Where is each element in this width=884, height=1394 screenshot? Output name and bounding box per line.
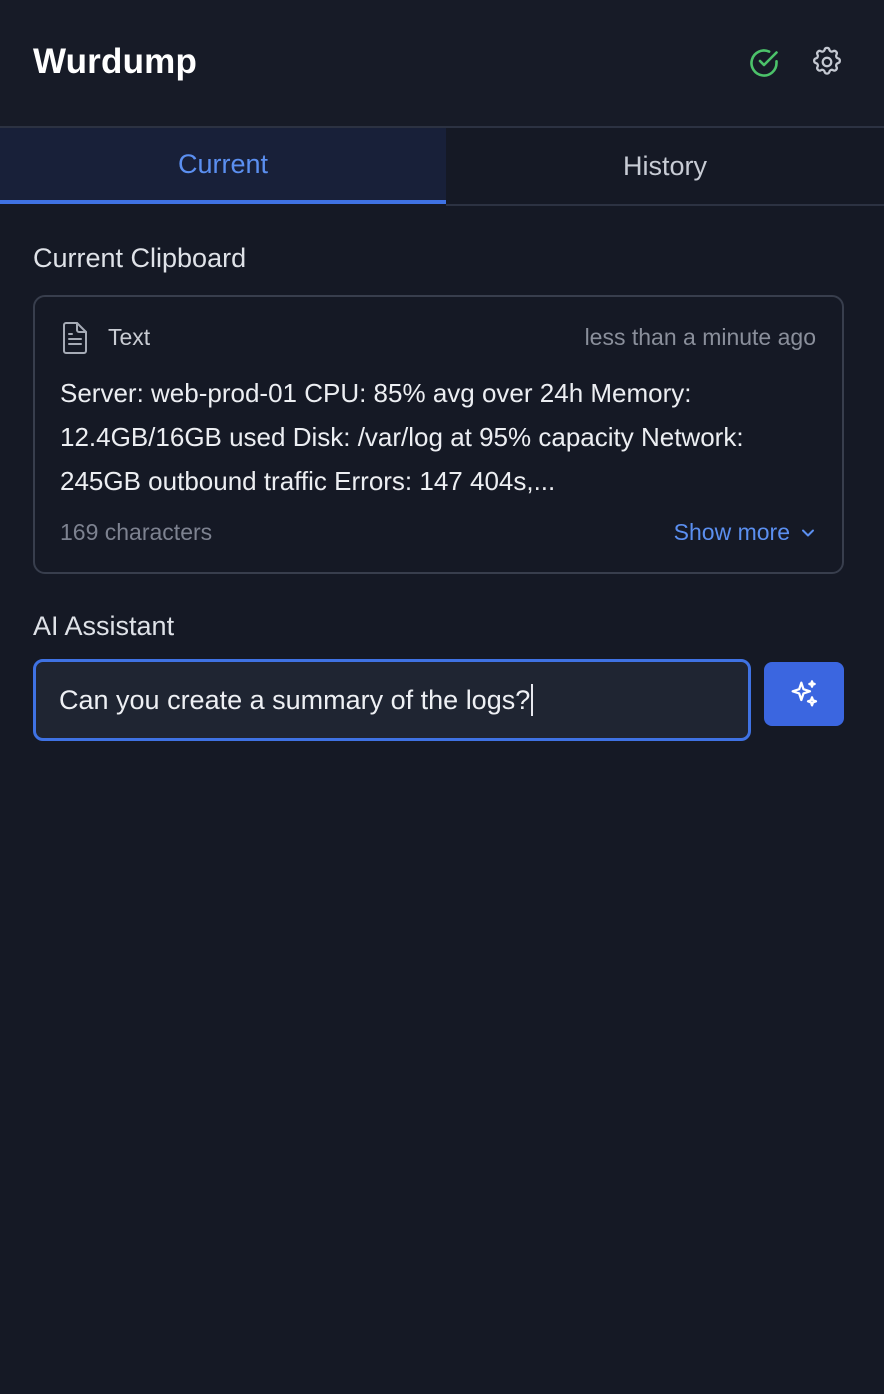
text-caret <box>531 684 534 716</box>
ai-prompt-text: Can you create a summary of the logs? <box>59 684 531 715</box>
sparkles-icon <box>791 680 818 707</box>
app-title: Wurdump <box>33 42 198 81</box>
tab-bar: Current History <box>0 128 884 206</box>
document-icon <box>61 321 89 355</box>
ai-prompt-input[interactable]: Can you create a summary of the logs? <box>33 659 751 741</box>
tab-history[interactable]: History <box>446 128 884 204</box>
clipboard-card[interactable]: Text less than a minute ago Server: web-… <box>33 295 844 574</box>
tab-bar-divider <box>446 204 884 206</box>
clipboard-timestamp: less than a minute ago <box>584 324 816 350</box>
ai-submit-button[interactable] <box>764 662 844 726</box>
show-more-label: Show more <box>673 519 790 545</box>
settings-button[interactable] <box>810 45 844 79</box>
ai-section-title: AI Assistant <box>33 611 175 641</box>
tab-current[interactable]: Current <box>0 128 446 204</box>
header: Wurdump <box>0 0 884 128</box>
show-more-button[interactable]: Show more <box>674 519 816 546</box>
chevron-down-icon <box>802 529 814 536</box>
character-count: 169 characters <box>60 519 213 545</box>
clipboard-section-title: Current Clipboard <box>33 243 247 273</box>
gear-icon <box>813 46 841 75</box>
clipboard-type-label: Text <box>108 324 151 350</box>
check-circle-icon <box>747 46 781 80</box>
clipboard-content: Server: web-prod-01 CPU: 85% avg over 24… <box>60 378 744 496</box>
app-window: Wurdump Current History Current Clipboar… <box>0 0 884 1394</box>
